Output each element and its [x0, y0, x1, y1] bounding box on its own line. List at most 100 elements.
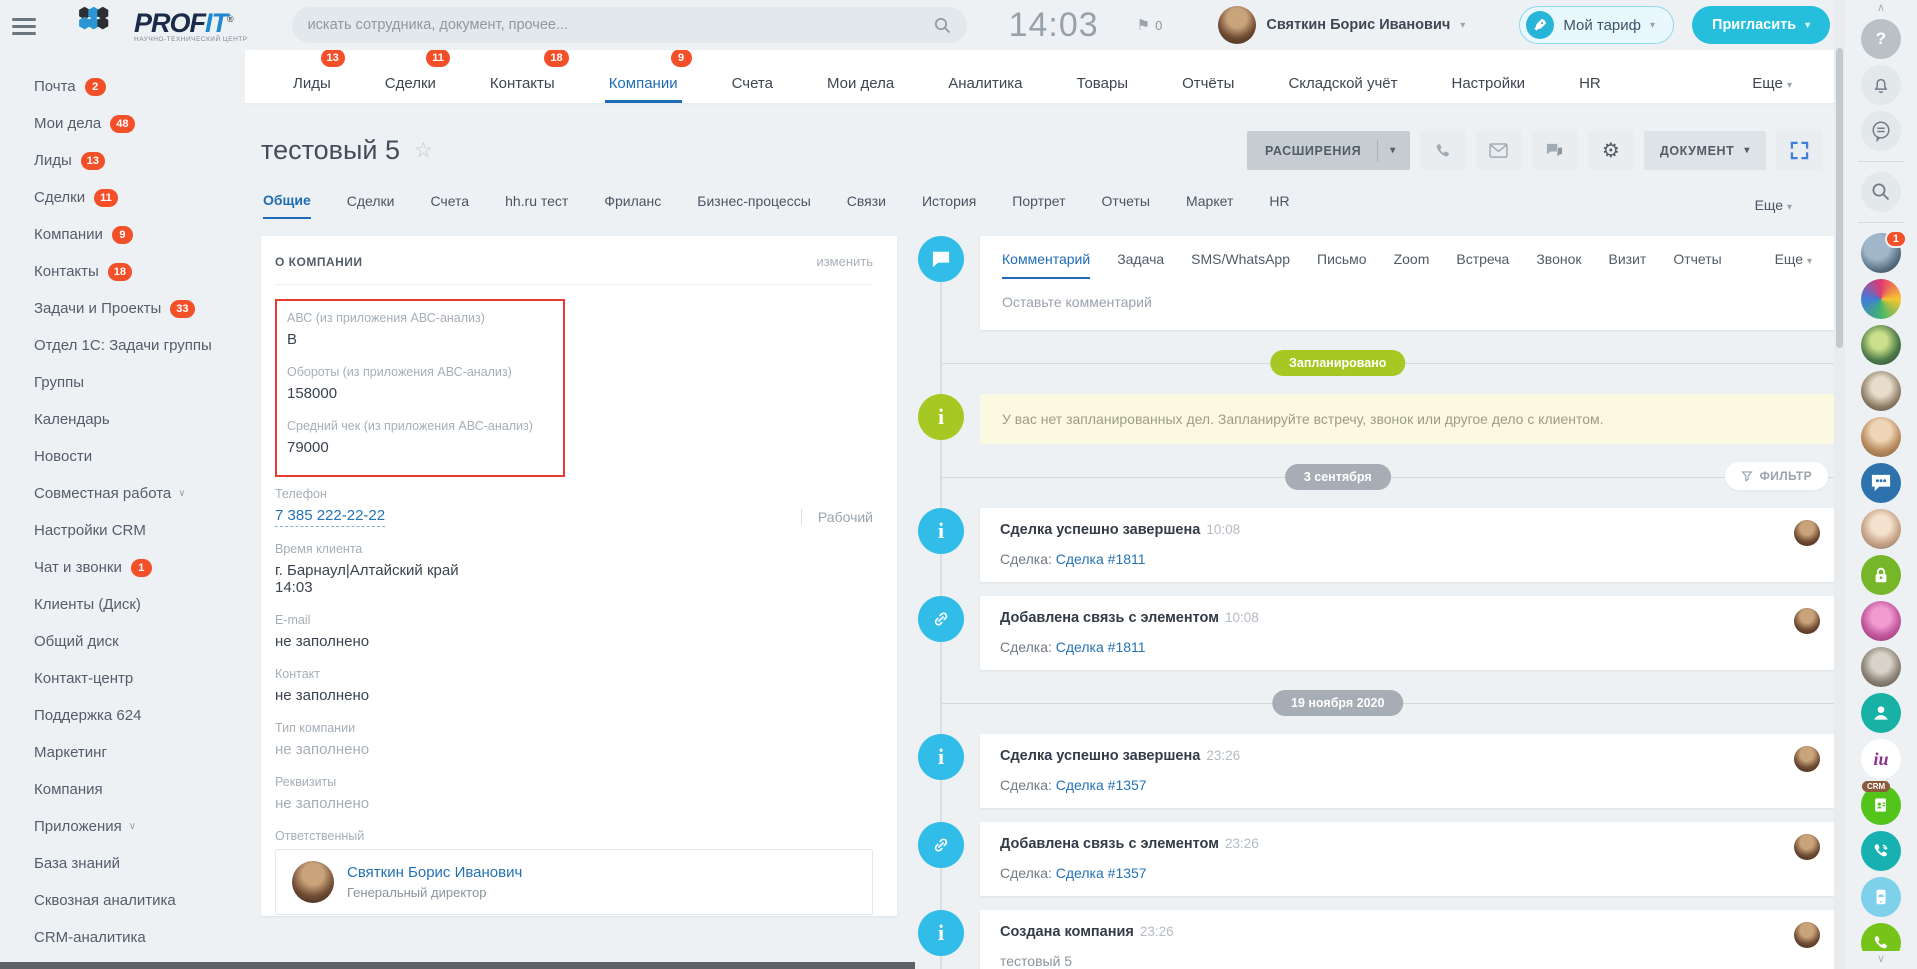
- settings-gear-button[interactable]: ⚙: [1588, 131, 1634, 170]
- tab-аналитика[interactable]: Аналитика: [948, 75, 1022, 103]
- tab-счета[interactable]: Счета: [732, 75, 773, 103]
- global-search-input[interactable]: [308, 17, 934, 33]
- tab-контакты[interactable]: Контакты18: [490, 75, 555, 103]
- invite-button[interactable]: Пригласить ▾: [1692, 6, 1830, 44]
- composer-tab-sms-whatsapp[interactable]: SMS/WhatsApp: [1191, 251, 1290, 279]
- entity-tabs-more-button[interactable]: Еще ▾: [1755, 197, 1792, 213]
- composer-tab-звонок[interactable]: Звонок: [1536, 251, 1581, 279]
- my-tariff-button[interactable]: Мой тариф ▾: [1519, 6, 1674, 44]
- responsible-name-link[interactable]: Святкин Борис Иванович: [347, 864, 522, 881]
- search-icon[interactable]: [1861, 172, 1901, 212]
- sidebar-item-мои-дела[interactable]: Мои дела48: [34, 105, 245, 142]
- group-chat-icon[interactable]: [1861, 463, 1901, 503]
- sidebar-item-общий-диск[interactable]: Общий диск: [34, 623, 245, 660]
- telephony-app-icon[interactable]: [1861, 831, 1901, 871]
- tab-отчёты[interactable]: Отчёты: [1182, 75, 1234, 103]
- responsible-user-card[interactable]: Святкин Борис Иванович Генеральный дирек…: [275, 849, 873, 915]
- entity-tab-общие[interactable]: Общие: [263, 192, 311, 219]
- entity-tab-связи[interactable]: Связи: [847, 193, 886, 218]
- email-button[interactable]: [1476, 131, 1522, 170]
- edit-link[interactable]: изменить: [816, 254, 873, 269]
- entity-tab-hr[interactable]: HR: [1269, 193, 1289, 218]
- favorite-star-icon[interactable]: ☆: [414, 138, 433, 163]
- sidebar-item-настройки-crm[interactable]: Настройки CRM: [34, 512, 245, 549]
- nav-more-button[interactable]: Еще ▾: [1752, 75, 1792, 103]
- deal-link[interactable]: Сделка #1811: [1056, 639, 1146, 655]
- sidebar-item-новости[interactable]: Новости: [34, 438, 245, 475]
- deal-link[interactable]: Сделка #1357: [1056, 865, 1147, 881]
- sidebar-item-совместная-работа[interactable]: Совместная работа∨: [34, 475, 245, 512]
- profit-logo[interactable]: ⬢⬢⬢ ⬢⬢⬢ PROFIT® НАУЧНО-ТЕХНИЧЕСКИЙ ЦЕНТР: [78, 7, 248, 43]
- sidebar-item-поддержка-624[interactable]: Поддержка 624: [34, 697, 245, 734]
- scroll-up-chevron-icon[interactable]: ∧: [1877, 0, 1885, 16]
- employee-avatar[interactable]: [1861, 279, 1901, 319]
- sidebar-item-приложения[interactable]: Приложения∨: [34, 808, 245, 845]
- global-search[interactable]: [292, 7, 967, 43]
- employee-avatar[interactable]: [1861, 325, 1901, 365]
- filter-button[interactable]: ФИЛЬТР: [1725, 462, 1828, 490]
- document-button[interactable]: ДОКУМЕНТ ▾: [1644, 131, 1766, 170]
- sidebar-item-почта[interactable]: Почта2: [34, 68, 245, 105]
- entity-tab-маркет[interactable]: Маркет: [1186, 193, 1233, 218]
- private-chat-icon[interactable]: [1861, 555, 1901, 595]
- scroll-down-chevron-icon[interactable]: ∨: [1845, 951, 1917, 967]
- tab-настройки[interactable]: Настройки: [1452, 75, 1526, 103]
- sidebar-item-чат-и-звонки[interactable]: Чат и звонки1: [34, 549, 245, 586]
- plan-flag[interactable]: ⚑ 0: [1137, 16, 1163, 34]
- entity-tab-история[interactable]: История: [922, 193, 976, 218]
- employee-avatar[interactable]: [1861, 509, 1901, 549]
- menu-burger-icon[interactable]: [12, 14, 36, 39]
- composer-more-button[interactable]: Еще ▾: [1775, 251, 1812, 279]
- workday-clock[interactable]: 14:03: [1009, 6, 1099, 45]
- horizontal-scrollbar[interactable]: [0, 962, 915, 969]
- entity-tab-счета[interactable]: Счета: [430, 193, 469, 218]
- tab-лиды[interactable]: Лиды13: [293, 75, 331, 103]
- entity-tab-фриланс[interactable]: Фриланс: [604, 193, 661, 218]
- composer-tab-встреча[interactable]: Встреча: [1456, 251, 1509, 279]
- entity-tab-отчеты[interactable]: Отчеты: [1102, 193, 1150, 218]
- sidebar-item-контакт-центр[interactable]: Контакт-центр: [34, 660, 245, 697]
- iu-app-icon[interactable]: iu: [1861, 739, 1901, 779]
- employee-avatar[interactable]: [1861, 417, 1901, 457]
- tab-компании[interactable]: Компании9: [609, 75, 678, 103]
- tab-мои-дела[interactable]: Мои дела: [827, 75, 894, 103]
- employee-avatar[interactable]: [1861, 647, 1901, 687]
- notifications-icon[interactable]: [1861, 65, 1901, 105]
- sidebar-item-компания[interactable]: Компания: [34, 771, 245, 808]
- sidebar-item-контакты[interactable]: Контакты18: [34, 253, 245, 290]
- scrollbar-thumb[interactable]: [1836, 48, 1843, 348]
- employee-avatar[interactable]: [1861, 371, 1901, 411]
- comment-input[interactable]: Оставьте комментарий: [980, 279, 1834, 330]
- employee-avatar[interactable]: 1: [1861, 233, 1901, 273]
- employee-avatar[interactable]: [1861, 601, 1901, 641]
- fullscreen-button[interactable]: [1776, 131, 1822, 170]
- composer-tab-отчеты[interactable]: Отчеты: [1673, 251, 1721, 279]
- entity-tab-hh-ru-тест[interactable]: hh.ru тест: [505, 193, 568, 218]
- entity-tab-сделки[interactable]: Сделки: [347, 193, 395, 218]
- crm-app-icon[interactable]: CRM: [1861, 785, 1901, 825]
- sidebar-item-маркетинг[interactable]: Маркетинг: [34, 734, 245, 771]
- phone-number-link[interactable]: 7 385 222-22-22: [275, 507, 385, 527]
- chat-button[interactable]: [1532, 131, 1578, 170]
- composer-tab-zoom[interactable]: Zoom: [1394, 251, 1430, 279]
- sidebar-item-задачи-и-проекты[interactable]: Задачи и Проекты33: [34, 290, 245, 327]
- tab-сделки[interactable]: Сделки11: [385, 75, 436, 103]
- current-user-menu[interactable]: Святкин Борис Иванович ▾: [1218, 6, 1465, 44]
- sidebar-item-отдел-1с-задачи-группы[interactable]: Отдел 1С: Задачи группы: [34, 327, 245, 364]
- sidebar-item-crm-аналитика[interactable]: CRM-аналитика: [34, 919, 245, 956]
- sidebar-item-лиды[interactable]: Лиды13: [34, 142, 245, 179]
- tab-hr[interactable]: HR: [1579, 75, 1601, 103]
- vertical-scrollbar[interactable]: [1834, 0, 1845, 969]
- tab-складской-учёт[interactable]: Складской учёт: [1288, 75, 1397, 103]
- mobile-app-icon[interactable]: [1861, 877, 1901, 917]
- entity-tab-бизнес-процессы[interactable]: Бизнес-процессы: [697, 193, 810, 218]
- composer-tab-визит[interactable]: Визит: [1609, 251, 1647, 279]
- contacts-app-icon[interactable]: [1861, 693, 1901, 733]
- call-button[interactable]: [1420, 131, 1466, 170]
- search-icon[interactable]: [934, 17, 951, 34]
- sidebar-item-клиенты-диск-[interactable]: Клиенты (Диск): [34, 586, 245, 623]
- composer-tab-письмо[interactable]: Письмо: [1317, 251, 1367, 279]
- help-icon[interactable]: ?: [1861, 19, 1901, 59]
- sidebar-item-сквозная-аналитика[interactable]: Сквозная аналитика: [34, 882, 245, 919]
- tab-товары[interactable]: Товары: [1076, 75, 1128, 103]
